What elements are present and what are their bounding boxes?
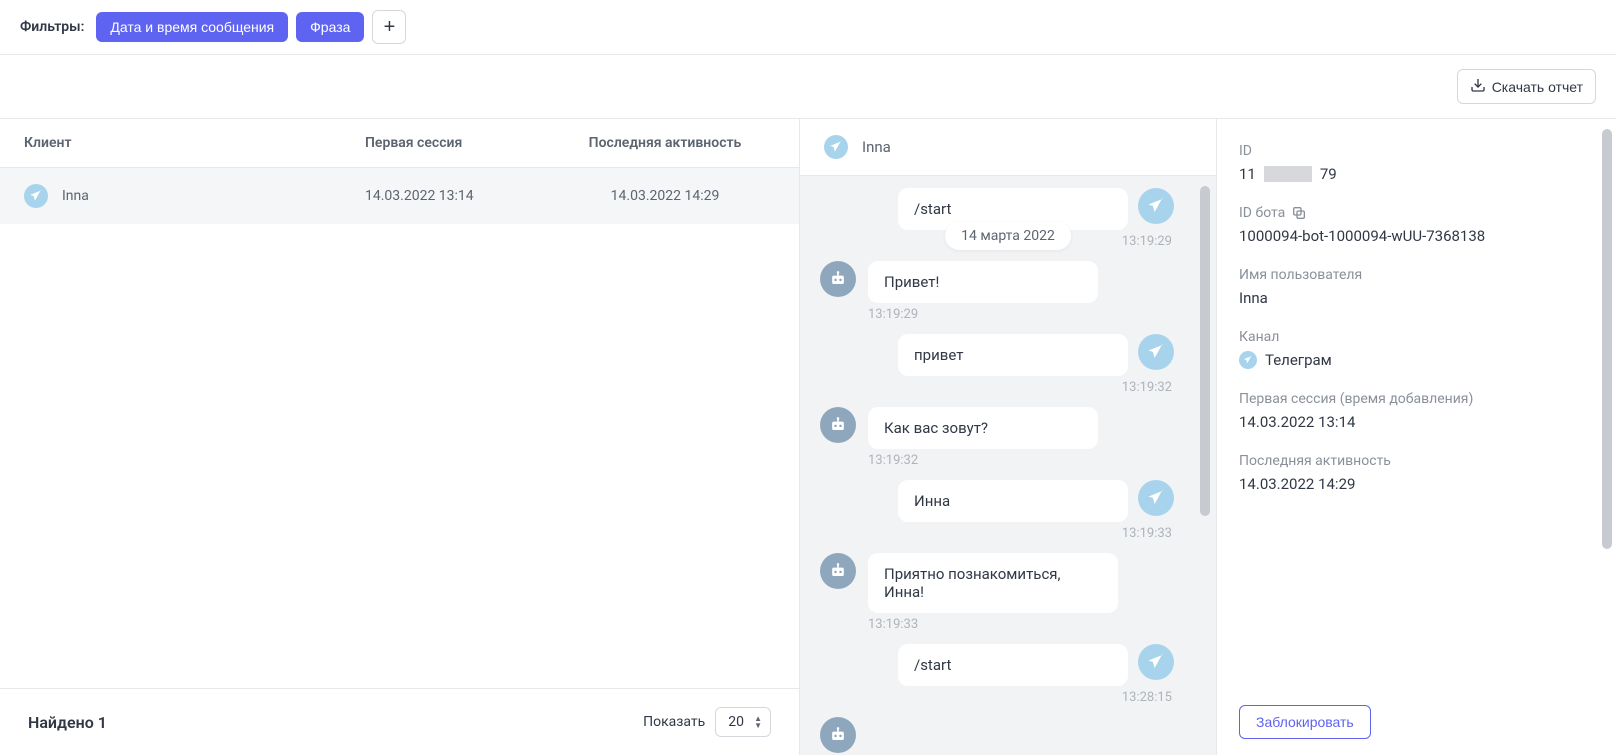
chat-scroll-area[interactable]: 14 марта 2022 /start 13:19:29 Привет! 13…	[800, 176, 1216, 755]
first-session-label: Первая сессия (время добавления)	[1239, 391, 1594, 407]
table-header: Клиент Первая сессия Последняя активност…	[0, 119, 799, 168]
show-label: Показать	[643, 714, 705, 730]
last-activity-value: 14.03.2022 14:29	[1239, 475, 1594, 493]
telegram-avatar-icon	[1138, 188, 1174, 224]
filter-chip-datetime[interactable]: Дата и время сообщения	[96, 12, 288, 42]
filter-bar: Фильтры: Дата и время сообщения Фраза +	[0, 0, 1616, 55]
message-row-bot: Приятно познакомиться, Инна!	[820, 553, 1174, 613]
message-bubble: привет	[898, 334, 1128, 376]
col-header-first: Первая сессия	[365, 135, 555, 151]
chat-scrollbar[interactable]	[1200, 186, 1210, 646]
bot-id-label: ID бота	[1239, 205, 1594, 221]
message-time: 13:19:33	[868, 617, 1174, 632]
telegram-avatar-icon	[1138, 480, 1174, 516]
message-time: 13:19:32	[820, 380, 1172, 395]
chat-pane: Inna 14 марта 2022 /start 13:19:29 Приве…	[800, 119, 1216, 755]
telegram-icon	[1239, 351, 1257, 369]
message-bubble: Как вас зовут?	[868, 407, 1098, 449]
scrollbar-thumb[interactable]	[1200, 186, 1210, 516]
message-row-bot	[820, 717, 1174, 753]
telegram-avatar-icon	[1138, 644, 1174, 680]
message-time: 13:28:15	[820, 690, 1172, 705]
found-count: Найдено 1	[28, 713, 107, 732]
username-label: Имя пользователя	[1239, 267, 1594, 283]
message-time: 13:19:29	[868, 307, 1174, 322]
message-bubble: /start	[898, 644, 1128, 686]
telegram-avatar-icon	[1138, 334, 1174, 370]
message-bubble: Инна	[898, 480, 1128, 522]
page-size-select[interactable]: 20 ▲▼	[715, 707, 771, 737]
chat-header: Inna	[800, 119, 1216, 176]
message-row-user: Инна	[820, 480, 1174, 522]
message-time: 13:19:32	[868, 453, 1174, 468]
clients-table-pane: Клиент Первая сессия Последняя активност…	[0, 119, 800, 755]
scrollbar-thumb[interactable]	[1602, 129, 1612, 549]
bot-id-value: 1000094-bot-1000094-wUU-7368138	[1239, 227, 1594, 245]
bot-avatar-icon	[820, 717, 856, 753]
block-button[interactable]: Заблокировать	[1239, 705, 1371, 739]
copy-icon[interactable]	[1291, 205, 1307, 221]
last-activity-label: Последняя активность	[1239, 453, 1594, 469]
message-row-bot: Как вас зовут?	[820, 407, 1174, 449]
id-label: ID	[1239, 143, 1594, 159]
plus-icon: +	[384, 17, 396, 37]
client-first-session: 14.03.2022 13:14	[365, 188, 555, 204]
id-masked	[1264, 166, 1312, 182]
col-header-last: Последняя активность	[555, 135, 775, 151]
client-last-activity: 14.03.2022 14:29	[555, 188, 775, 204]
details-scrollbar[interactable]	[1602, 129, 1612, 729]
filter-chip-phrase[interactable]: Фраза	[296, 12, 364, 42]
message-row-bot: Привет!	[820, 261, 1174, 303]
chat-title: Inna	[862, 138, 891, 156]
details-pane: ID 1179 ID бота 1000094-bot-1000094-wUU-…	[1216, 119, 1616, 755]
message-row-user: привет	[820, 334, 1174, 376]
download-row: Скачать отчет	[0, 55, 1616, 119]
id-value: 1179	[1239, 165, 1594, 183]
add-filter-button[interactable]: +	[372, 10, 406, 44]
username-value: Inna	[1239, 289, 1594, 307]
page-size-value: 20	[728, 714, 744, 730]
first-session-value: 14.03.2022 13:14	[1239, 413, 1594, 431]
message-time: 13:19:33	[820, 526, 1172, 541]
filters-label: Фильтры:	[20, 19, 84, 35]
channel-label: Канал	[1239, 329, 1594, 345]
bot-avatar-icon	[820, 261, 856, 297]
client-name: Inna	[62, 188, 89, 204]
download-icon	[1470, 77, 1486, 96]
message-row-user: /start	[820, 644, 1174, 686]
download-report-button[interactable]: Скачать отчет	[1457, 69, 1596, 104]
telegram-icon	[24, 184, 48, 208]
table-row[interactable]: Inna 14.03.2022 13:14 14.03.2022 14:29	[0, 168, 799, 224]
col-header-client: Клиент	[24, 135, 365, 151]
select-arrows-icon: ▲▼	[754, 715, 762, 729]
date-separator: 14 марта 2022	[945, 222, 1071, 250]
channel-value: Телеграм	[1239, 351, 1594, 369]
message-bubble: Привет!	[868, 261, 1098, 303]
telegram-icon	[824, 135, 848, 159]
message-bubble: Приятно познакомиться, Инна!	[868, 553, 1118, 613]
bot-avatar-icon	[820, 407, 856, 443]
bot-avatar-icon	[820, 553, 856, 589]
table-footer: Найдено 1 Показать 20 ▲▼	[0, 688, 799, 755]
download-label: Скачать отчет	[1492, 79, 1583, 95]
